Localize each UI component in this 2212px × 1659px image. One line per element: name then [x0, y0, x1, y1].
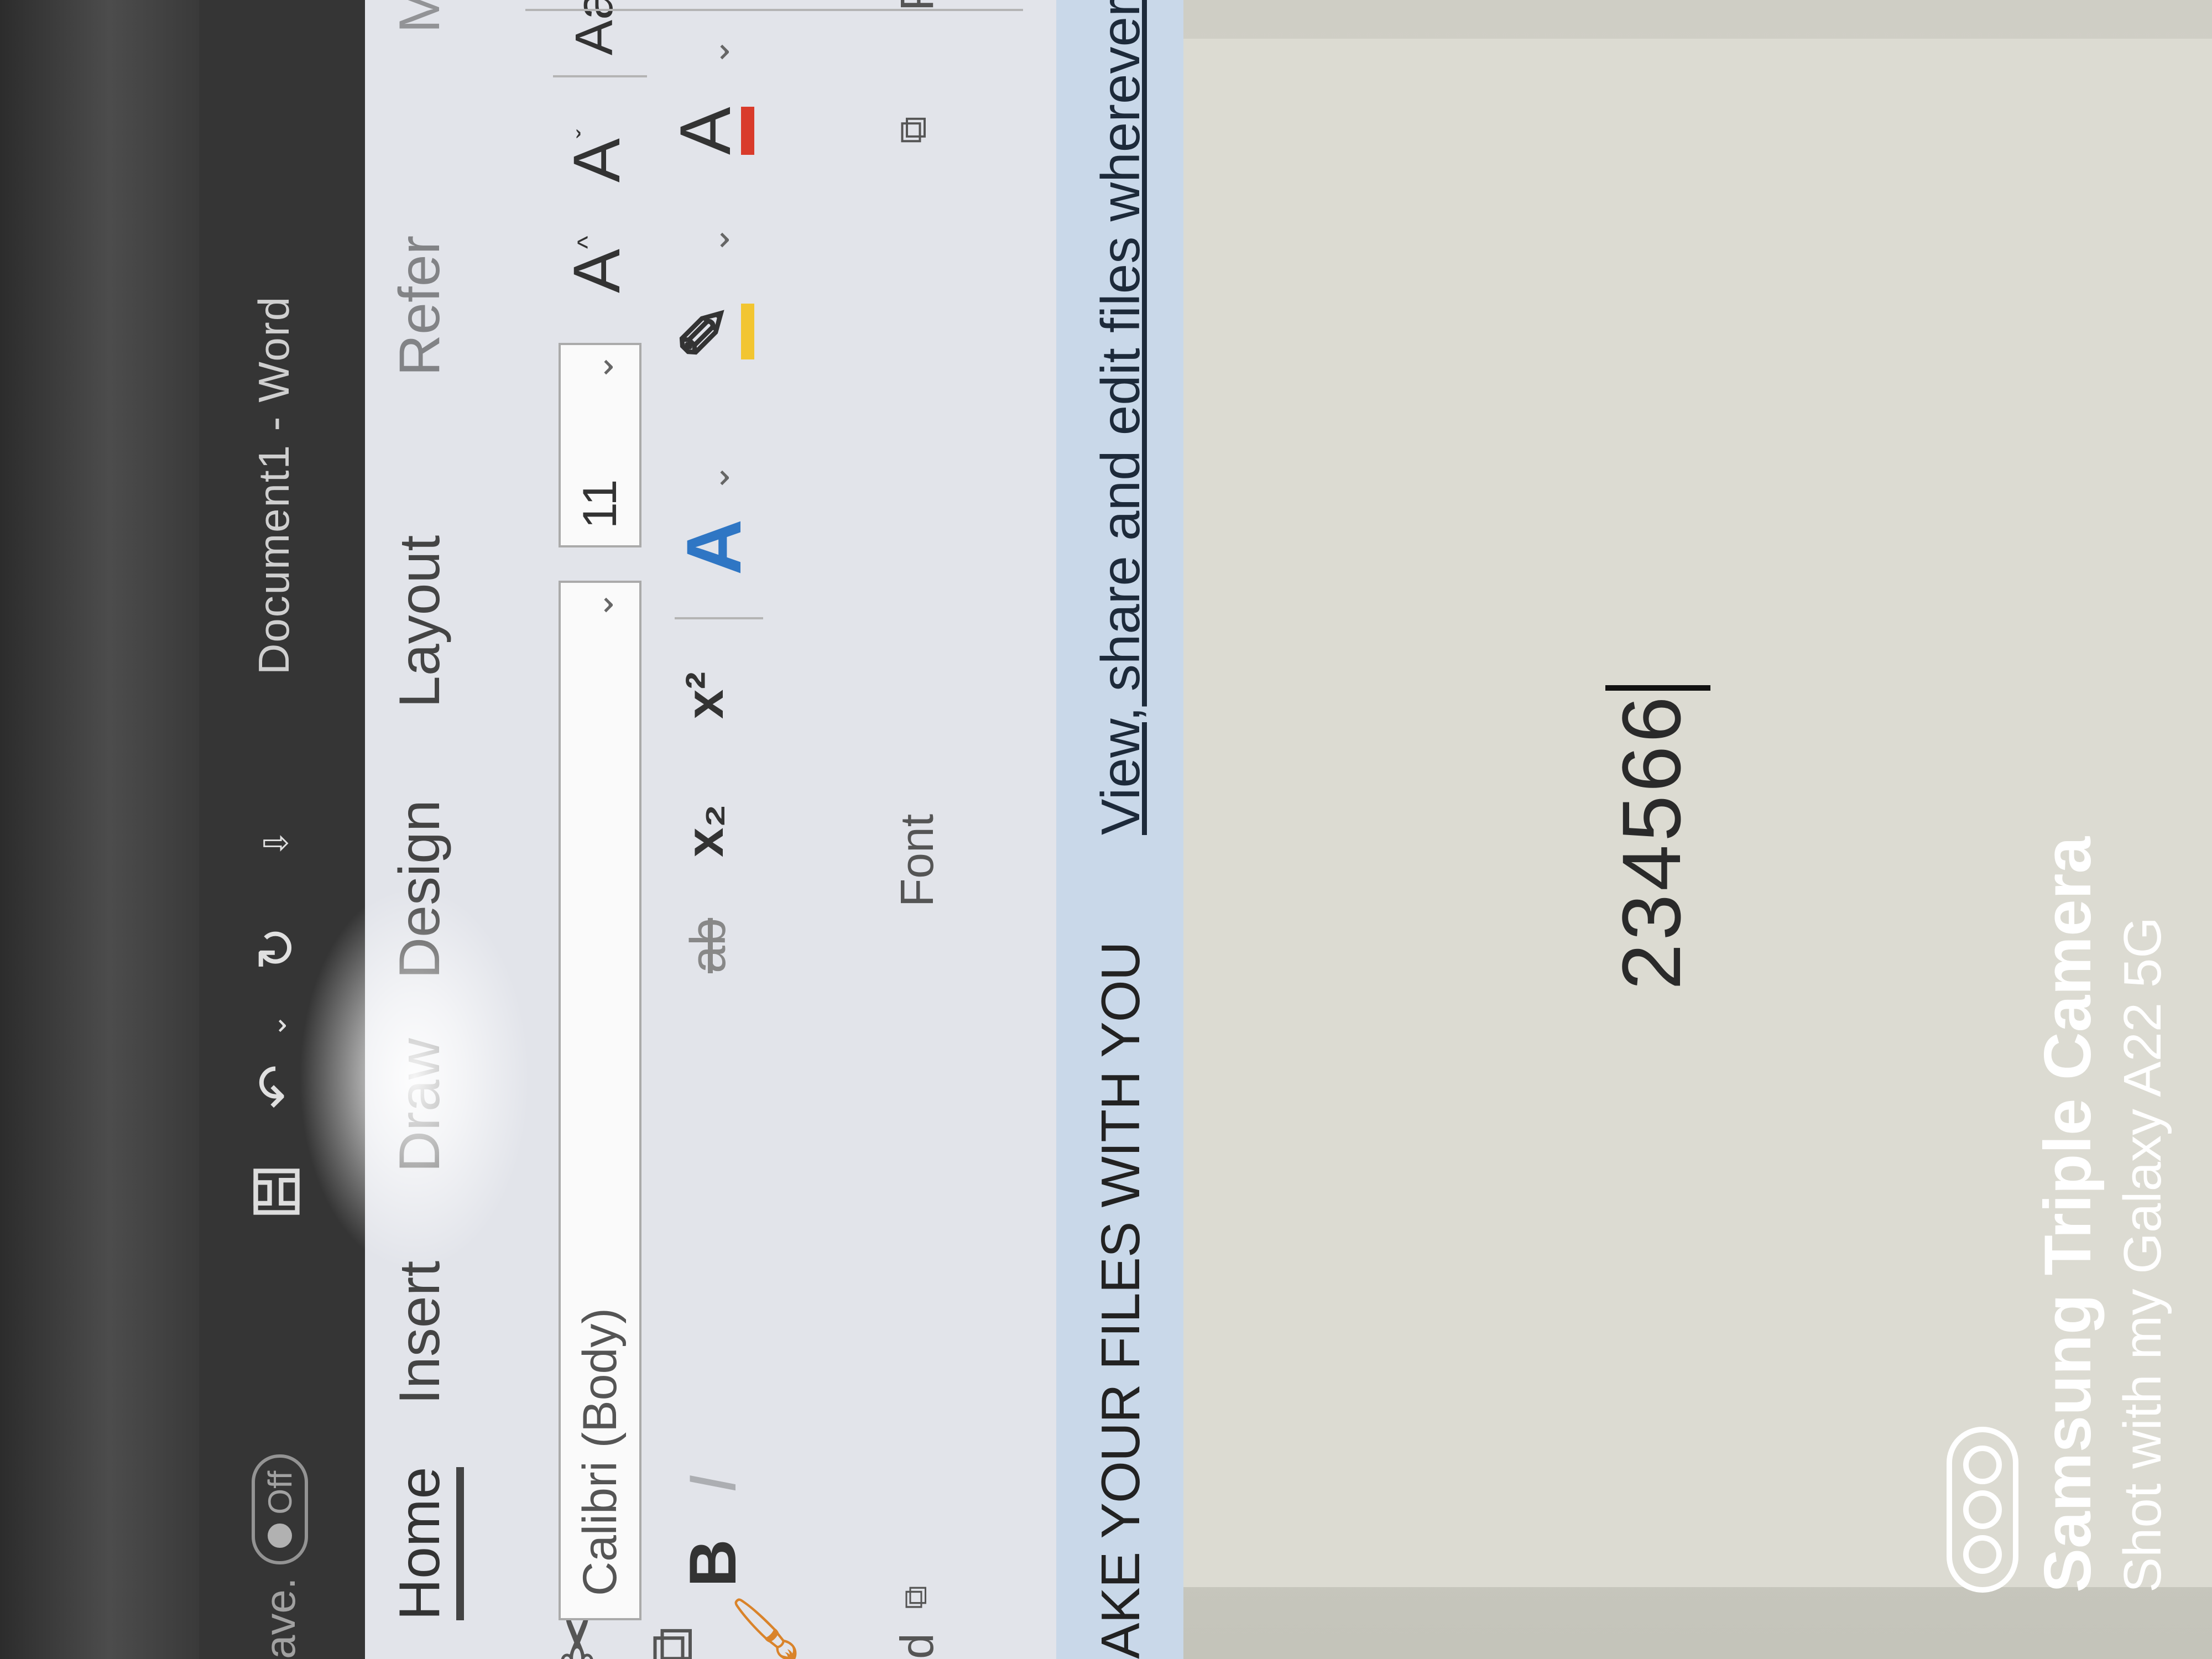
copy-icon[interactable]: ⧉ — [636, 1626, 707, 1659]
document-title: Document1 - Word — [249, 295, 298, 675]
customize-qat-icon[interactable]: ⇩ — [246, 813, 307, 874]
undo-dropdown-icon[interactable]: ⌄ — [246, 995, 307, 1056]
notice-bar: AKE YOUR FILES WITH YOU View, share and … — [1056, 0, 1183, 1659]
font-size-value: 11 — [573, 479, 627, 529]
tab-design[interactable]: Design — [387, 800, 453, 979]
redo-icon[interactable]: ↻ — [246, 918, 307, 979]
clipboard-launcher-icon[interactable]: ⧉ — [896, 1585, 935, 1609]
font-color-icon[interactable]: A — [665, 107, 754, 155]
tab-layout[interactable]: Layout — [387, 535, 453, 708]
grow-font-icon[interactable]: A^ — [559, 236, 635, 293]
toggle-knob-icon — [268, 1523, 292, 1548]
ribbon: Home Insert Draw Design Layout Refer Ma … — [365, 0, 1056, 1659]
watermark-line2: Shot with my Galaxy A22 5G — [2113, 917, 2172, 1593]
highlight-color-icon[interactable]: ✎ — [668, 304, 754, 359]
tab-references[interactable]: Refer — [387, 236, 453, 376]
highlight-dropdown-icon[interactable]: ⌄ — [697, 226, 737, 254]
autosave-label: ave. — [255, 1577, 304, 1659]
photo: ave. Off ↶ ⌄ ↻ ⇩ Document1 - Word Home I… — [0, 0, 2212, 1659]
font-name-combobox[interactable]: Calibri (Body) — [559, 581, 641, 1620]
watermark-line1: Samsung Triple Camera — [2031, 836, 2105, 1593]
save-icon-glyph — [253, 1168, 300, 1215]
autosave-toggle[interactable]: Off — [252, 1454, 308, 1564]
tab-mailings[interactable]: Ma — [387, 0, 453, 33]
superscript-button[interactable]: x² — [675, 672, 735, 719]
triple-camera-logo — [1947, 1427, 2018, 1593]
font-name-dropdown-icon[interactable]: ⌄ — [581, 591, 621, 619]
paragraph-group-label: Para — [890, 0, 944, 11]
ribbon-groups: ✂ ⧉ 🖌 d ⧉ Calibri (Body) ⌄ 11 ⌄ A^ Aˇ Aa — [492, 0, 1056, 1659]
tab-draw[interactable]: Draw — [387, 1038, 453, 1172]
separator — [675, 617, 763, 619]
separator — [553, 75, 647, 77]
text-effects-dropdown-icon[interactable]: ⌄ — [697, 463, 737, 492]
undo-icon[interactable]: ↶ — [246, 1056, 307, 1117]
font-dialog-launcher-icon[interactable]: ⧉ — [890, 116, 936, 144]
subscript-button[interactable]: x₂ — [675, 804, 735, 857]
laptop-bezel — [0, 0, 199, 1659]
italic-button[interactable]: I — [675, 1475, 751, 1493]
shrink-font-icon[interactable]: Aˇ — [559, 129, 635, 182]
title-bar: ave. Off ↶ ⌄ ↻ ⇩ Document1 - Word — [199, 0, 365, 1659]
text-effects-icon[interactable]: A — [669, 519, 759, 575]
font-group-label: Font — [891, 813, 943, 907]
format-painter-icon[interactable]: 🖌 — [730, 1593, 801, 1659]
notice-link[interactable]: View, share and edit files wherever you … — [1089, 0, 1152, 835]
bold-button[interactable]: B — [675, 1539, 751, 1587]
body-text-content: 234566 — [1605, 693, 1698, 990]
word-window: ave. Off ↶ ⌄ ↻ ⇩ Document1 - Word Home I… — [199, 0, 2212, 1659]
tab-home[interactable]: Home — [387, 1467, 464, 1620]
font-color-dropdown-icon[interactable]: ⌄ — [697, 38, 737, 66]
notice-title: AKE YOUR FILES WITH YOU — [1090, 942, 1151, 1659]
document-body-text[interactable]: 234566 — [1604, 685, 1711, 990]
strikethrough-button[interactable]: ab — [680, 918, 737, 973]
tab-insert[interactable]: Insert — [387, 1261, 453, 1405]
autosave-state: Off — [261, 1470, 299, 1515]
change-case-button[interactable]: Aa — [564, 0, 625, 55]
font-name-value: Calibri (Body) — [573, 1308, 627, 1596]
group-separator — [525, 9, 1023, 11]
font-size-dropdown-icon[interactable]: ⌄ — [581, 353, 621, 382]
text-caret — [1605, 685, 1711, 691]
autosave-control[interactable]: ave. Off — [252, 1454, 308, 1659]
clipboard-group-label: d — [891, 1633, 943, 1659]
save-icon[interactable] — [246, 1161, 307, 1222]
